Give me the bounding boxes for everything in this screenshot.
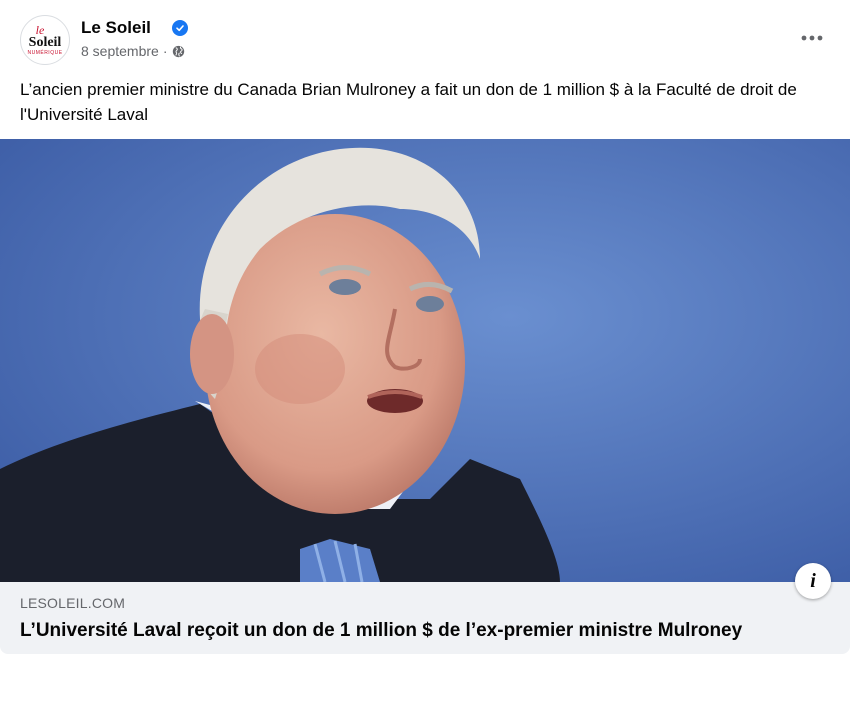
post-header: le Soleil NUMÉRIQUE Le Soleil 8 septembr… (20, 15, 830, 65)
page-avatar[interactable]: le Soleil NUMÉRIQUE (20, 15, 70, 65)
post-card: le Soleil NUMÉRIQUE Le Soleil 8 septembr… (0, 0, 850, 654)
avatar-logo-text-2: Soleil (28, 34, 62, 50)
meta-separator: · (162, 43, 168, 59)
portrait-illustration (0, 139, 850, 582)
avatar-logo-text-3: NUMÉRIQUE (27, 49, 63, 56)
more-options-button[interactable] (794, 20, 830, 56)
info-icon: i (810, 569, 816, 592)
link-domain: LESOLEIL.COM (20, 595, 126, 611)
verified-badge-icon (172, 20, 188, 36)
link-headline[interactable]: L’Université Laval reçoit un don de 1 mi… (20, 620, 742, 642)
more-options-icon (801, 35, 823, 41)
info-button[interactable]: i (795, 563, 831, 599)
globe-icon[interactable] (172, 45, 185, 58)
page-name-link[interactable]: Le Soleil (81, 18, 151, 38)
post-meta: 8 septembre · (81, 43, 185, 59)
avatar-logo-text-1: le (35, 22, 45, 37)
link-preview-image[interactable] (0, 139, 850, 582)
post-date-link[interactable]: 8 septembre (81, 43, 159, 59)
post-message: L’ancien premier ministre du Canada Bria… (20, 80, 797, 124)
link-preview-footer[interactable]: LESOLEIL.COM L’Université Laval reçoit u… (0, 582, 850, 654)
